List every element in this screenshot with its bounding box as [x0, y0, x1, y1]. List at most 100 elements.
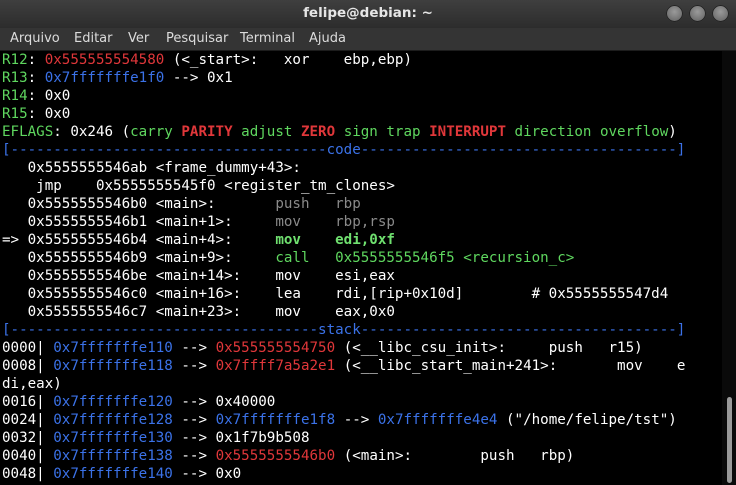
terminal-text: 0040|: [2, 448, 54, 464]
terminal-text: 0008|: [2, 358, 54, 374]
terminal-text: 0x7fffffffe1f0: [44, 70, 165, 86]
menu-ver[interactable]: Ver: [128, 31, 149, 46]
terminal-text: 0032|: [2, 430, 54, 446]
terminal-line: jmp 0x5555555545f0 <register_tm_clones>: [2, 177, 395, 195]
terminal-text: => 0x5555555546b4 <main+4>:: [2, 232, 276, 248]
terminal-text: call 0x5555555546f5 <recursion_c>: [275, 250, 575, 266]
minimize-button[interactable]: [666, 5, 683, 22]
terminal-text: jmp 0x5555555545f0 <register_tm_clones>: [2, 178, 395, 194]
terminal-output[interactable]: R12: 0x555555554580 (<_start>: xor ebp,e…: [0, 51, 722, 485]
menu-arquivo[interactable]: Arquivo: [10, 31, 60, 46]
terminal-text: ): [668, 124, 677, 140]
terminal-text: ZERO: [300, 124, 344, 140]
terminal-text: 0x7fffffffe130: [53, 430, 173, 446]
terminal-text: mov edi,0xf: [275, 232, 395, 248]
terminal-text: 0016|: [2, 394, 54, 410]
terminal-text: 0048|: [2, 466, 54, 482]
menu-editar[interactable]: Editar: [74, 31, 113, 46]
terminal-line: 0000| 0x7fffffffe110 --> 0x555555554750 …: [2, 339, 643, 357]
terminal-line: 0x5555555546c7 <main+23>: mov eax,0x0: [2, 303, 395, 321]
terminal-line: 0016| 0x7fffffffe120 --> 0x40000: [2, 393, 275, 411]
menu-bar: Arquivo Editar Ver Pesquisar Terminal Aj…: [0, 28, 736, 51]
terminal-text: 0x7fffffffe138: [53, 448, 173, 464]
terminal-text: -->: [172, 340, 216, 356]
terminal-text: :: [27, 70, 45, 86]
terminal-text: 0x5555555546be <main+14>: mov esi,eax: [2, 268, 395, 284]
terminal-text: INTERRUPT: [429, 124, 515, 140]
terminal-text: PARITY: [181, 124, 242, 140]
terminal-text: --> 0x0: [172, 466, 242, 482]
terminal-line: 0024| 0x7fffffffe128 --> 0x7fffffffe1f8 …: [2, 411, 677, 429]
terminal-text: -->: [335, 412, 378, 428]
terminal-text: 0x7fffffffe128: [53, 412, 173, 428]
close-button[interactable]: [712, 5, 729, 22]
terminal-text: EFLAGS: [2, 124, 54, 140]
terminal-text: 0x7ffff7a5a2e1: [215, 358, 336, 374]
terminal-line: => 0x5555555546b4 <main+4>: mov edi,0xf: [2, 231, 395, 249]
terminal-text: push rbp: [275, 196, 361, 212]
terminal-text: 0000|: [2, 340, 54, 356]
terminal-text: : 0x0: [27, 106, 71, 122]
title-bar: felipe@debian: ~: [0, 0, 736, 28]
terminal-text: (<main>: push rbp): [335, 448, 575, 464]
terminal-text: di,eax): [2, 376, 62, 392]
terminal-line: di,eax): [2, 375, 62, 393]
maximize-button[interactable]: [689, 5, 706, 22]
terminal-line: 0x5555555546c0 <main+16>: lea rdi,[rip+0…: [2, 285, 669, 303]
terminal-text: -->: [172, 448, 216, 464]
terminal-text: R12: [2, 52, 28, 68]
terminal-text: mov rbp,rsp: [275, 214, 395, 230]
terminal-text: 0x5555555546b0: [215, 448, 336, 464]
terminal-text: (<__libc_csu_init>: push r15): [335, 340, 643, 356]
scrollbar[interactable]: [722, 51, 736, 485]
terminal-text: -->: [172, 412, 216, 428]
terminal-text: [------------------------------------sta…: [2, 322, 686, 338]
terminal-line: 0x5555555546b9 <main+9>: call 0x55555555…: [2, 249, 575, 267]
terminal-text: 0x5555555546b9 <main+9>:: [2, 250, 276, 266]
terminal-text: [-------------------------------------co…: [2, 142, 686, 158]
terminal-text: 0x555555554580: [44, 52, 165, 68]
terminal-line: R13: 0x7fffffffe1f0 --> 0x1: [2, 69, 233, 87]
terminal-text: carry: [130, 124, 182, 140]
terminal-text: 0x7fffffffe140: [53, 466, 173, 482]
terminal-text: R14: [2, 88, 28, 104]
terminal-text: :: [27, 52, 45, 68]
menu-ajuda[interactable]: Ajuda: [309, 31, 346, 46]
terminal-line: 0040| 0x7fffffffe138 --> 0x5555555546b0 …: [2, 447, 574, 465]
terminal-text: 0x7fffffffe1f8: [215, 412, 336, 428]
terminal-text: 0x7fffffffe4e4: [377, 412, 498, 428]
terminal-text: --> 0x1f7b9b508: [172, 430, 310, 446]
terminal-text: --> 0x1: [164, 70, 233, 86]
terminal-line: 0032| 0x7fffffffe130 --> 0x1f7b9b508: [2, 429, 310, 447]
terminal-line: [-------------------------------------co…: [2, 141, 685, 159]
terminal-line: EFLAGS: 0x246 (carry PARITY adjust ZERO …: [2, 123, 677, 141]
terminal-line: [------------------------------------sta…: [2, 321, 685, 339]
terminal-text: (<_start>: xor ebp,ebp): [164, 52, 413, 68]
terminal-text: 0x5555555546b0 <main>:: [2, 196, 276, 212]
scrollbar-thumb[interactable]: [727, 397, 732, 483]
terminal-line: 0x5555555546be <main+14>: mov esi,eax: [2, 267, 395, 285]
menu-pesquisar[interactable]: Pesquisar: [166, 31, 228, 46]
terminal-text: direction overflow: [514, 124, 669, 140]
terminal-text: 0x5555555546c0 <main+16>: lea rdi,[rip+0…: [2, 286, 669, 302]
terminal-text: R13: [2, 70, 28, 86]
terminal-line: 0x5555555546b0 <main>: push rbp: [2, 195, 361, 213]
terminal-text: (<__libc_start_main+241>: mov e: [335, 358, 686, 374]
terminal-text: 0024|: [2, 412, 54, 428]
terminal-text: --> 0x40000: [172, 394, 276, 410]
terminal-line: 0048| 0x7fffffffe140 --> 0x0: [2, 465, 241, 483]
terminal-text: 0x7fffffffe118: [53, 358, 173, 374]
menu-terminal[interactable]: Terminal: [240, 31, 295, 46]
terminal-text: -->: [172, 358, 216, 374]
terminal-text: R15: [2, 106, 28, 122]
terminal-text: 0x7fffffffe120: [53, 394, 173, 410]
terminal-text: 0x5555555546ab <frame_dummy+43>:: [2, 160, 301, 176]
terminal-text: 0x5555555546b1 <main+1>:: [2, 214, 276, 230]
terminal-line: 0x5555555546b1 <main+1>: mov rbp,rsp: [2, 213, 395, 231]
terminal-text: 0x7fffffffe110: [53, 340, 173, 356]
terminal-text: : 0x0: [27, 88, 71, 104]
terminal-text: sign trap: [343, 124, 430, 140]
terminal-text: ("/home/felipe/tst"): [497, 412, 677, 428]
terminal-text: : 0x246 (: [53, 124, 131, 140]
terminal-line: R12: 0x555555554580 (<_start>: xor ebp,e…: [2, 51, 412, 69]
